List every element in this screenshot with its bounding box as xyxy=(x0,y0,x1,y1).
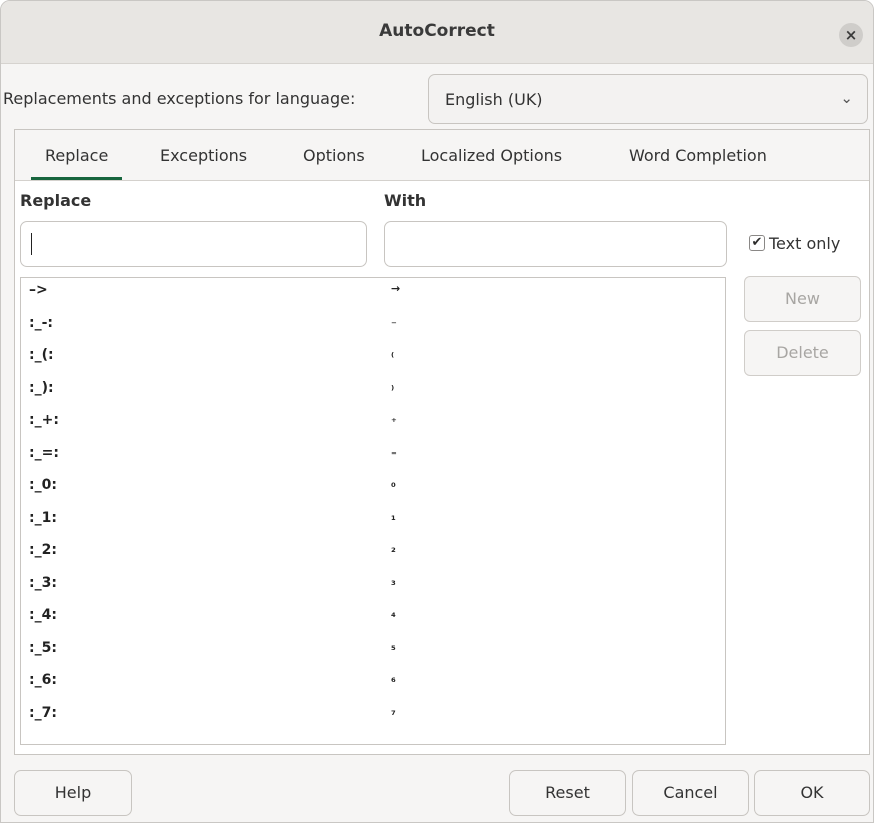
tab-localized-options[interactable]: Localized Options xyxy=(421,146,562,165)
replace-cell: :_7: xyxy=(29,704,57,721)
replace-column-header: Replace xyxy=(20,191,92,210)
dialog-title: AutoCorrect xyxy=(379,21,495,41)
help-button[interactable]: Help xyxy=(14,770,132,816)
table-row[interactable]: :_): ₎ xyxy=(21,376,725,408)
with-cell: ₌ xyxy=(391,444,397,458)
replace-cell: :_+: xyxy=(29,412,59,428)
language-selected-value: English (UK) xyxy=(445,90,543,109)
chevron-down-icon: ⌄ xyxy=(840,89,853,107)
table-row[interactable]: :_+: ₊ xyxy=(21,408,725,440)
replace-cell: :_-: xyxy=(29,314,54,331)
ok-button[interactable]: OK xyxy=(754,770,870,816)
table-row[interactable]: :_7: ₇ xyxy=(21,701,725,733)
with-cell: ₁ xyxy=(391,509,396,523)
close-icon[interactable]: × xyxy=(839,23,863,47)
text-only-checkbox[interactable]: ✔ xyxy=(749,235,765,251)
replace-cell: :_4: xyxy=(29,607,57,623)
with-cell: → xyxy=(391,282,401,295)
table-row[interactable]: :_(: ₍ xyxy=(21,343,725,375)
with-input[interactable] xyxy=(384,221,727,267)
table-row[interactable]: –> → xyxy=(21,278,725,310)
replace-cell: :_=: xyxy=(29,444,59,461)
tab-word-completion[interactable]: Word Completion xyxy=(629,146,767,165)
language-dropdown[interactable]: English (UK) ⌄ xyxy=(428,74,868,124)
with-cell: ₂ xyxy=(391,542,396,555)
replace-cell: :_6: xyxy=(29,672,57,688)
replace-input[interactable] xyxy=(20,221,367,267)
replace-cell: :_1: xyxy=(29,509,57,526)
with-cell: ₀ xyxy=(391,477,396,490)
table-row[interactable]: :_4: ₄ xyxy=(21,603,725,635)
autocorrect-dialog: AutoCorrect × Replacements and exception… xyxy=(0,0,874,823)
tab-replace[interactable]: Replace xyxy=(30,146,123,180)
with-cell: ₃ xyxy=(391,574,396,588)
checkmark-icon: ✔ xyxy=(751,235,763,250)
replace-cell: :_2: xyxy=(29,542,57,558)
new-button[interactable]: New xyxy=(744,276,861,322)
with-cell: ₋ xyxy=(391,314,397,328)
table-row[interactable]: :_3: ₃ xyxy=(21,571,725,603)
table-row[interactable]: :_1: ₁ xyxy=(21,506,725,538)
with-column-header: With xyxy=(384,191,427,210)
replace-cell: :_): xyxy=(29,379,54,396)
delete-button[interactable]: Delete xyxy=(744,330,861,376)
table-row[interactable]: :_2: ₂ xyxy=(21,538,725,570)
replace-cell: –> xyxy=(29,282,48,298)
table-row[interactable]: :_0: ₀ xyxy=(21,473,725,505)
with-cell: ₍ xyxy=(391,347,395,360)
table-row[interactable]: :_5: ₅ xyxy=(21,636,725,668)
tab-bar: Replace Exceptions Options Localized Opt… xyxy=(15,130,869,181)
table-row[interactable]: :_=: ₌ xyxy=(21,441,725,473)
reset-button[interactable]: Reset xyxy=(509,770,626,816)
table-row[interactable]: :_6: ₆ xyxy=(21,668,725,700)
tab-exceptions[interactable]: Exceptions xyxy=(160,146,247,165)
replace-cell: :_5: xyxy=(29,639,57,656)
text-only-label[interactable]: Text only xyxy=(769,234,840,253)
with-cell: ₄ xyxy=(391,607,396,620)
with-cell: ₎ xyxy=(391,379,395,393)
replacement-table[interactable]: –> → :_-: ₋ :_(: ₍ :_): ₎ :_+: ₊ :_=: ₌ :_0: ₀ … xyxy=(20,277,726,745)
with-cell: ₆ xyxy=(391,672,396,685)
text-caret xyxy=(31,233,32,255)
tab-options[interactable]: Options xyxy=(303,146,365,165)
with-cell: ₇ xyxy=(391,704,396,718)
with-cell: ₅ xyxy=(391,639,396,653)
replace-cell: :_0: xyxy=(29,477,57,493)
replace-cell: :_3: xyxy=(29,574,57,591)
table-row[interactable]: :_-: ₋ xyxy=(21,311,725,343)
cancel-button[interactable]: Cancel xyxy=(632,770,749,816)
with-cell: ₊ xyxy=(391,412,397,425)
language-label: Replacements and exceptions for language… xyxy=(3,89,356,108)
replace-cell: :_(: xyxy=(29,347,54,363)
title-bar: AutoCorrect × xyxy=(1,1,873,64)
